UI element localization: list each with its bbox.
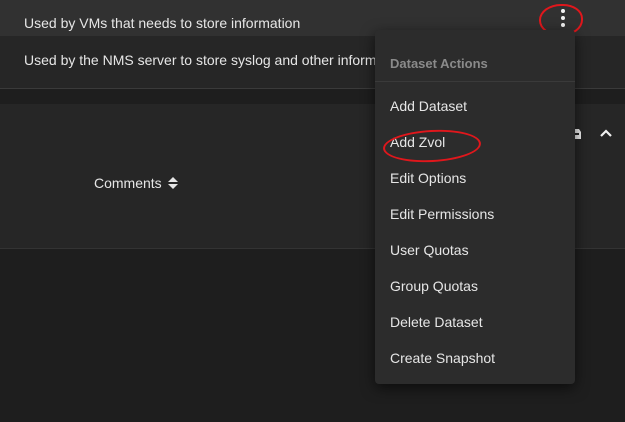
sort-icon[interactable] (167, 176, 178, 190)
row-comment: Used by the NMS server to store syslog a… (24, 52, 377, 68)
menu-item-edit-permissions[interactable]: Edit Permissions (375, 196, 575, 232)
comments-header-label: Comments (94, 175, 162, 191)
kebab-dot (561, 23, 565, 27)
kebab-dot (561, 9, 565, 13)
menu-header: Dataset Actions (375, 30, 575, 82)
menu-item-delete-dataset[interactable]: Delete Dataset (375, 304, 575, 340)
menu-item-user-quotas[interactable]: User Quotas (375, 232, 575, 268)
menu-item-group-quotas[interactable]: Group Quotas (375, 268, 575, 304)
dataset-actions-menu: Dataset Actions Add Dataset Add Zvol Edi… (375, 30, 575, 384)
kebab-dot (561, 16, 565, 20)
comments-column-header[interactable]: Comments (94, 175, 178, 191)
menu-item-add-zvol[interactable]: Add Zvol (375, 124, 575, 160)
chevron-up-icon[interactable] (599, 128, 613, 138)
menu-item-create-snapshot[interactable]: Create Snapshot (375, 340, 575, 376)
menu-item-add-dataset[interactable]: Add Dataset (375, 88, 575, 124)
row-comment: Used by VMs that needs to store informat… (24, 15, 301, 31)
menu-item-edit-options[interactable]: Edit Options (375, 160, 575, 196)
